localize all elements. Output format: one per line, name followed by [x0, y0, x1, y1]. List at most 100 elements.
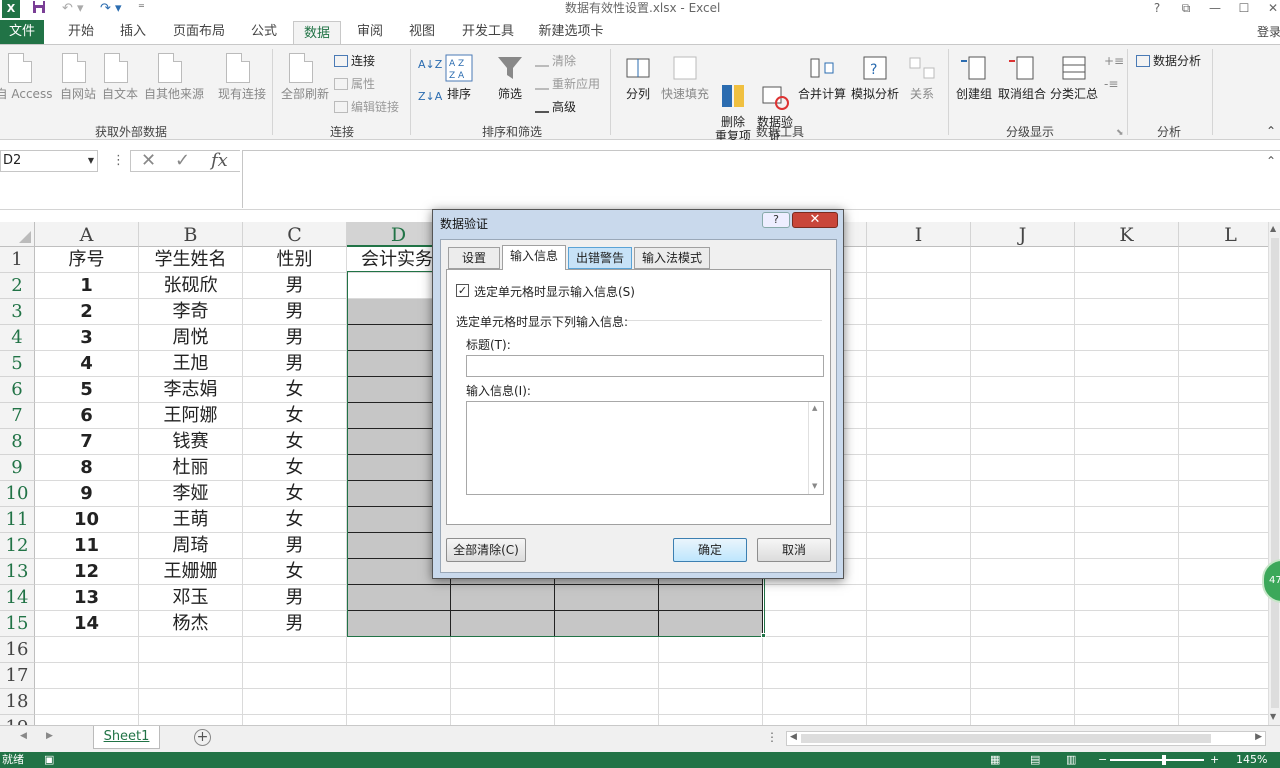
cell-c18[interactable]: [243, 689, 347, 715]
collapse-ribbon-icon[interactable]: ⌃: [1266, 123, 1276, 139]
cell-l12[interactable]: [1179, 533, 1268, 559]
cell-j11[interactable]: [971, 507, 1075, 533]
cell-a6[interactable]: 5: [35, 377, 139, 403]
cell-i2[interactable]: [867, 273, 971, 299]
cell-j13[interactable]: [971, 559, 1075, 585]
cell-a19[interactable]: [35, 715, 139, 725]
sort-asc-icon[interactable]: A↓Z: [418, 57, 442, 73]
hscroll-thumb[interactable]: [801, 734, 1211, 743]
cell-c6[interactable]: 女: [243, 377, 347, 403]
cell-b3[interactable]: 李奇: [139, 299, 243, 325]
cell-j14[interactable]: [971, 585, 1075, 611]
expand-formula-icon[interactable]: ⌃: [1266, 154, 1276, 168]
cell-l9[interactable]: [1179, 455, 1268, 481]
row-header-9[interactable]: 9: [0, 455, 35, 481]
cell-j16[interactable]: [971, 637, 1075, 663]
cell-i1[interactable]: [867, 247, 971, 273]
cell-c2[interactable]: 男: [243, 273, 347, 299]
row-header-17[interactable]: 17: [0, 663, 35, 689]
cell-l15[interactable]: [1179, 611, 1268, 637]
cell-c3[interactable]: 男: [243, 299, 347, 325]
scroll-thumb[interactable]: [1271, 238, 1279, 708]
name-box[interactable]: D2 ▼: [0, 150, 98, 172]
cell-j10[interactable]: [971, 481, 1075, 507]
cell-k17[interactable]: [1075, 663, 1179, 689]
prev-sheet-icon[interactable]: ◀: [20, 731, 27, 741]
cell-a1[interactable]: 序号: [35, 247, 139, 273]
tab-formulas[interactable]: 公式: [242, 20, 286, 44]
cell-h17[interactable]: [763, 663, 867, 689]
cell-l4[interactable]: [1179, 325, 1268, 351]
tab-new[interactable]: 新建选项卡: [531, 20, 611, 44]
select-all-corner[interactable]: [0, 222, 35, 247]
cell-d17[interactable]: [347, 663, 451, 689]
tab-insert[interactable]: 插入: [110, 20, 156, 44]
cell-k18[interactable]: [1075, 689, 1179, 715]
page-layout-view-icon[interactable]: ▤: [1030, 752, 1040, 768]
cell-c9[interactable]: 女: [243, 455, 347, 481]
cell-k1[interactable]: [1075, 247, 1179, 273]
show-detail-icon[interactable]: +≡: [1104, 53, 1124, 69]
cell-k12[interactable]: [1075, 533, 1179, 559]
redo-icon[interactable]: ↷ ▾: [100, 0, 122, 20]
cell-l3[interactable]: [1179, 299, 1268, 325]
tab-ime-mode[interactable]: 输入法模式: [634, 247, 710, 269]
cell-b18[interactable]: [139, 689, 243, 715]
cell-j5[interactable]: [971, 351, 1075, 377]
cell-a13[interactable]: 12: [35, 559, 139, 585]
cell-l11[interactable]: [1179, 507, 1268, 533]
row-header-8[interactable]: 8: [0, 429, 35, 455]
row-header-18[interactable]: 18: [0, 689, 35, 715]
cell-j15[interactable]: [971, 611, 1075, 637]
scroll-down-icon[interactable]: ▼: [812, 482, 817, 490]
vertical-scrollbar[interactable]: ▲ ▼: [1268, 222, 1280, 725]
help-button[interactable]: ?: [1146, 0, 1168, 16]
row-header-15[interactable]: 15: [0, 611, 35, 637]
cell-c7[interactable]: 女: [243, 403, 347, 429]
scroll-left-icon[interactable]: ◀: [790, 732, 797, 742]
cell-i6[interactable]: [867, 377, 971, 403]
row-header-3[interactable]: 3: [0, 299, 35, 325]
cell-e19[interactable]: [451, 715, 555, 725]
row-header-5[interactable]: 5: [0, 351, 35, 377]
cell-j17[interactable]: [971, 663, 1075, 689]
cell-a11[interactable]: 10: [35, 507, 139, 533]
cell-c4[interactable]: 男: [243, 325, 347, 351]
cell-b4[interactable]: 周悦: [139, 325, 243, 351]
message-scrollbar[interactable]: ▲ ▼: [808, 402, 823, 494]
column-header-l[interactable]: L: [1179, 222, 1268, 247]
more-options-icon[interactable]: ⋮: [112, 153, 125, 168]
scroll-up-icon[interactable]: ▲: [812, 404, 817, 412]
cell-g16[interactable]: [659, 637, 763, 663]
cell-a9[interactable]: 8: [35, 455, 139, 481]
cell-i12[interactable]: [867, 533, 971, 559]
cell-g19[interactable]: [659, 715, 763, 725]
cell-g14[interactable]: [659, 585, 763, 611]
tab-settings[interactable]: 设置: [448, 247, 500, 269]
properties-button[interactable]: 属性: [334, 76, 375, 92]
page-break-view-icon[interactable]: ▥: [1066, 752, 1076, 768]
formula-input[interactable]: [242, 150, 1280, 208]
cell-b19[interactable]: [139, 715, 243, 725]
cell-k9[interactable]: [1075, 455, 1179, 481]
cell-l8[interactable]: [1179, 429, 1268, 455]
cell-d18[interactable]: [347, 689, 451, 715]
add-sheet-button[interactable]: +: [194, 729, 211, 746]
cell-l10[interactable]: [1179, 481, 1268, 507]
cell-c12[interactable]: 男: [243, 533, 347, 559]
row-header-4[interactable]: 4: [0, 325, 35, 351]
cancel-button[interactable]: 取消: [757, 538, 831, 562]
cell-h16[interactable]: [763, 637, 867, 663]
cell-l2[interactable]: [1179, 273, 1268, 299]
cell-b10[interactable]: 李娅: [139, 481, 243, 507]
cell-l19[interactable]: [1179, 715, 1268, 725]
cell-f15[interactable]: [555, 611, 659, 637]
cell-a3[interactable]: 2: [35, 299, 139, 325]
cell-g15[interactable]: [659, 611, 763, 637]
undo-icon[interactable]: ↶ ▾: [62, 0, 84, 20]
column-header-c[interactable]: C: [243, 222, 347, 247]
cell-f14[interactable]: [555, 585, 659, 611]
cell-b6[interactable]: 李志娟: [139, 377, 243, 403]
cell-c10[interactable]: 女: [243, 481, 347, 507]
cell-b9[interactable]: 杜丽: [139, 455, 243, 481]
